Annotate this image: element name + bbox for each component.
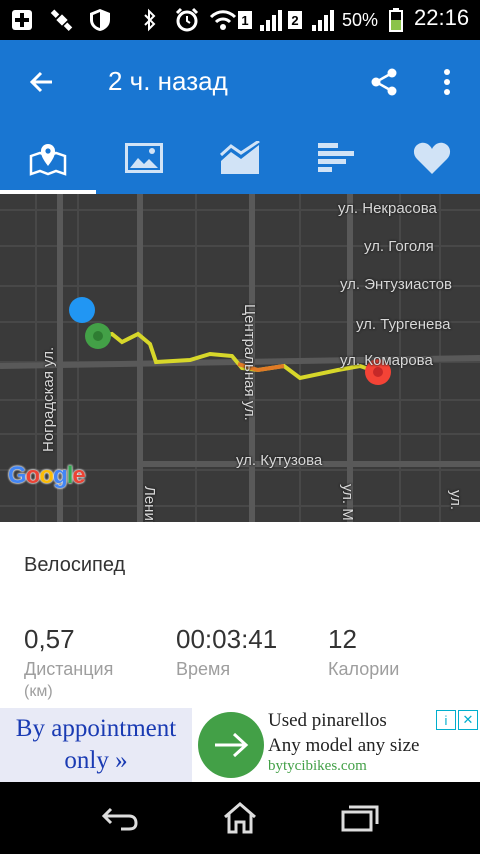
arrow-back-icon xyxy=(29,71,52,93)
share-button[interactable] xyxy=(364,62,404,102)
tab-laps[interactable] xyxy=(288,122,384,194)
status-bar: 1 2 50% 22:16 xyxy=(0,0,480,40)
alarm-icon xyxy=(172,7,202,32)
back-icon xyxy=(101,807,138,831)
street-label: ул. М xyxy=(339,484,356,521)
stat-value: 0,57 xyxy=(24,624,75,654)
stat-time: 00:03:41 Время xyxy=(176,622,277,682)
battery-icon xyxy=(388,8,404,32)
more-vert-icon xyxy=(444,69,450,95)
street-label: ул. Энтузиастов xyxy=(340,276,452,293)
tab-heart[interactable] xyxy=(384,122,480,194)
street-label: Ноградская ул. xyxy=(40,346,57,452)
home-icon xyxy=(224,802,256,834)
activity-type: Велосипед xyxy=(24,554,126,576)
street-label: Центральная ул. xyxy=(241,304,258,421)
activity-summary: Велосипед 0,57 Дистанция (км) 00:03:41 В… xyxy=(0,522,480,708)
stat-distance: 0,57 Дистанция (км) xyxy=(24,622,113,702)
share-icon xyxy=(371,68,397,96)
ad-url[interactable]: bytycibikes.com xyxy=(268,758,367,775)
stat-label: Дистанция xyxy=(24,659,114,679)
map-view[interactable]: ул. Некрасова ул. Гоголя ул. Энтузиастов… xyxy=(0,194,480,522)
ad-left-panel[interactable]: By appointment only » xyxy=(0,708,192,782)
stat-value: 00:03:41 xyxy=(176,624,278,654)
ad-close-icon[interactable]: ✕ xyxy=(458,710,478,730)
stat-label: Время xyxy=(176,659,231,679)
system-nav-bar xyxy=(0,782,480,854)
tab-bar xyxy=(0,122,480,194)
street-label: ул. Комарова xyxy=(340,352,433,369)
app-bar: 2 ч. назад xyxy=(0,40,480,122)
sim2-badge: 2 xyxy=(288,11,302,29)
ad-headline: Used pinarellos xyxy=(268,710,387,731)
street-label: ул. Тургенева xyxy=(356,316,451,333)
ad-arrow-button[interactable] xyxy=(198,712,264,778)
ad-banner[interactable]: By appointment only » Used pinarellos An… xyxy=(0,708,480,782)
image-icon xyxy=(125,143,163,173)
bars-icon xyxy=(318,143,354,172)
heart-icon xyxy=(413,142,451,174)
nav-recents-button[interactable] xyxy=(338,798,382,838)
stat-calories: 12 Калории xyxy=(328,622,399,682)
nav-home-button[interactable] xyxy=(218,798,262,838)
stat-value: 12 xyxy=(328,624,357,654)
nav-back-button[interactable] xyxy=(98,798,142,838)
street-label: Ленина xyxy=(141,486,158,522)
street-label: ул. Кутузова xyxy=(236,452,323,469)
medical-plus-icon xyxy=(8,8,36,32)
ad-left-line2: only » xyxy=(64,747,128,774)
google-logo: Google xyxy=(8,462,86,489)
map-icon xyxy=(29,144,67,176)
street-label: ул. Гоголя xyxy=(364,238,434,255)
recents-icon xyxy=(341,805,379,832)
signal-icon xyxy=(258,8,284,32)
stat-label: Калории xyxy=(328,659,400,679)
area-chart-icon xyxy=(220,141,260,174)
clock: 22:16 xyxy=(414,5,470,30)
ad-info-icon[interactable]: i xyxy=(436,710,456,730)
my-location-marker xyxy=(69,297,95,323)
tab-map[interactable] xyxy=(0,122,96,194)
wifi-icon xyxy=(208,8,238,32)
signal-icon xyxy=(310,8,336,32)
battery-percent: 50% xyxy=(342,10,379,30)
back-button[interactable] xyxy=(22,62,62,102)
arrow-right-icon xyxy=(215,732,249,758)
tab-charts[interactable] xyxy=(192,122,288,194)
ad-description: Any model any size xyxy=(268,735,420,756)
shield-icon xyxy=(86,8,114,32)
street-label: ул. xyxy=(447,490,464,511)
sim1-badge: 1 xyxy=(238,11,252,29)
satellite-icon xyxy=(48,8,76,32)
tab-photos[interactable] xyxy=(96,122,192,194)
street-label: ул. Некрасова xyxy=(338,200,437,217)
page-title: 2 ч. назад xyxy=(108,66,228,96)
more-options-button[interactable] xyxy=(432,62,462,102)
ad-choices[interactable]: i ✕ xyxy=(436,710,480,732)
ad-left-line1: By appointment xyxy=(15,715,177,742)
stat-unit: (км) xyxy=(24,683,53,700)
bluetooth-icon xyxy=(140,8,160,32)
